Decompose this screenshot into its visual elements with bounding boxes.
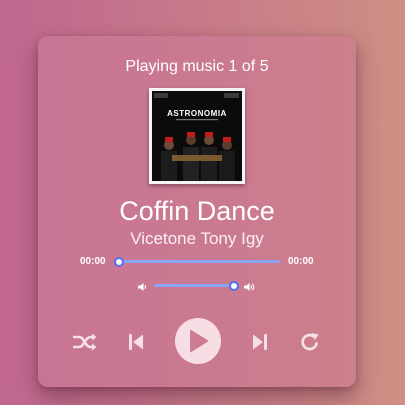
skip-next-icon	[253, 334, 267, 350]
track-title: Coffin Dance	[119, 196, 275, 226]
repeat-button[interactable]	[298, 330, 322, 354]
current-time: 00:00	[80, 256, 106, 267]
total-time: 00:00	[288, 256, 314, 267]
track-artist: Vicetone Tony Igy	[130, 229, 264, 248]
volume-slider[interactable]	[154, 280, 239, 291]
volume-up-icon[interactable]	[244, 279, 256, 297]
volume-down-icon[interactable]	[138, 279, 147, 297]
play-icon	[190, 330, 208, 352]
previous-track-button[interactable]	[126, 330, 146, 354]
shuffle-icon	[73, 333, 97, 351]
repeat-icon	[301, 333, 319, 351]
music-player-card: Playing music 1 of 5 ASTRONOMIA Coffin D…	[38, 36, 356, 387]
album-cover-title: ASTRONOMIA	[167, 109, 227, 118]
play-button[interactable]	[175, 318, 221, 364]
album-art-image: ASTRONOMIA	[152, 91, 242, 181]
skip-previous-icon	[129, 334, 143, 350]
next-track-button[interactable]	[250, 330, 270, 354]
progress-slider[interactable]	[114, 256, 280, 267]
progress-slider-thumb[interactable]	[114, 256, 124, 267]
volume-slider-thumb[interactable]	[229, 280, 239, 291]
album-cover: ASTRONOMIA	[149, 88, 245, 184]
shuffle-button[interactable]	[72, 330, 98, 354]
now-playing-status: Playing music 1 of 5	[125, 58, 269, 75]
